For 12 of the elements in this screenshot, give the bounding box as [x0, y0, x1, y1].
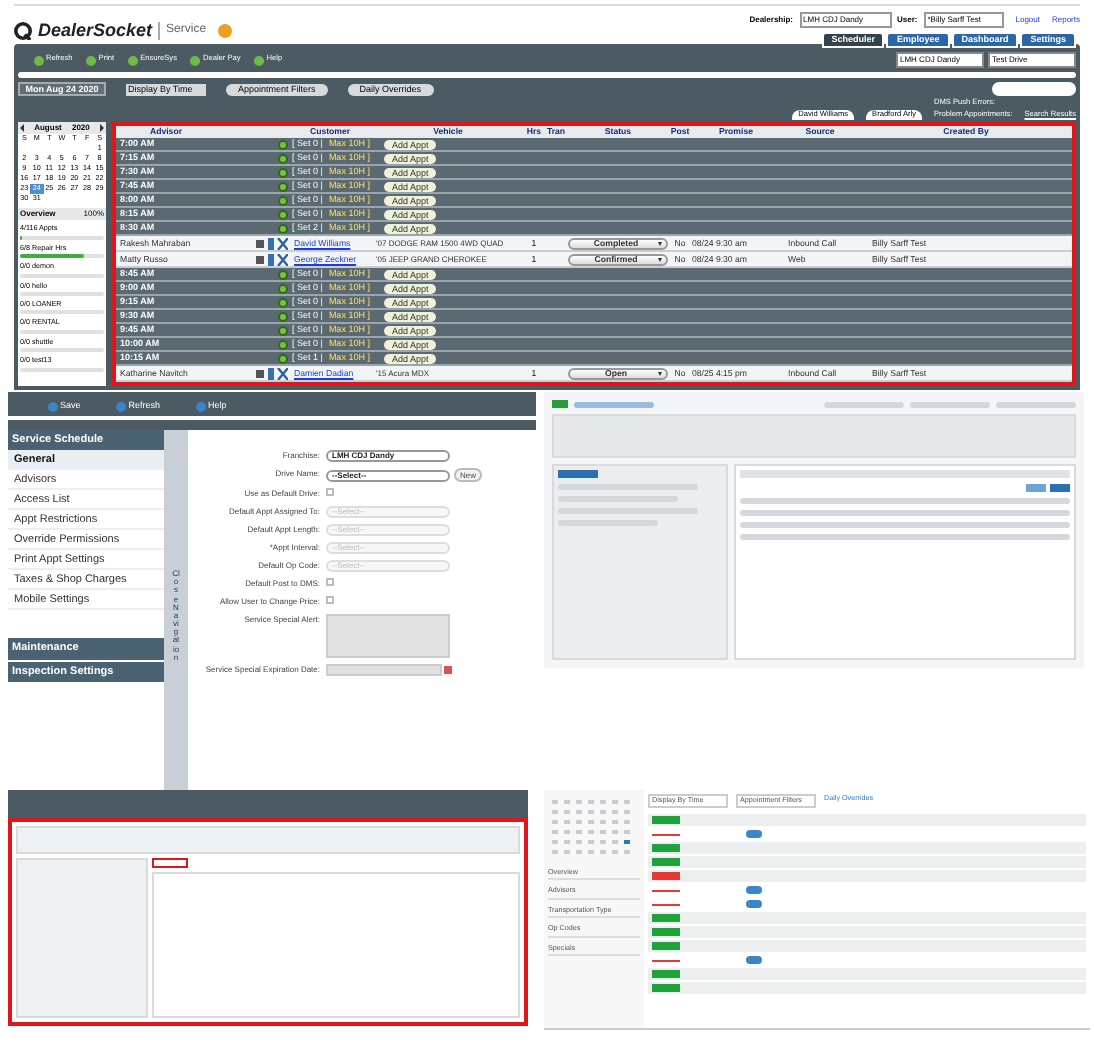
date-field[interactable]: [326, 664, 442, 676]
selected-tab-outline[interactable]: [152, 858, 188, 868]
next-month-icon[interactable]: [99, 124, 104, 133]
appointment-icons[interactable]: [746, 830, 762, 839]
checkbox[interactable]: [326, 578, 334, 586]
tab-highlight: [558, 470, 598, 478]
appointment-icons[interactable]: [746, 956, 762, 965]
checkbox[interactable]: [326, 488, 334, 496]
logo-icon: [14, 22, 32, 41]
badge-icon: [218, 24, 233, 39]
checkbox[interactable]: [326, 596, 334, 604]
brand-name: DealerSocket: [38, 18, 153, 44]
